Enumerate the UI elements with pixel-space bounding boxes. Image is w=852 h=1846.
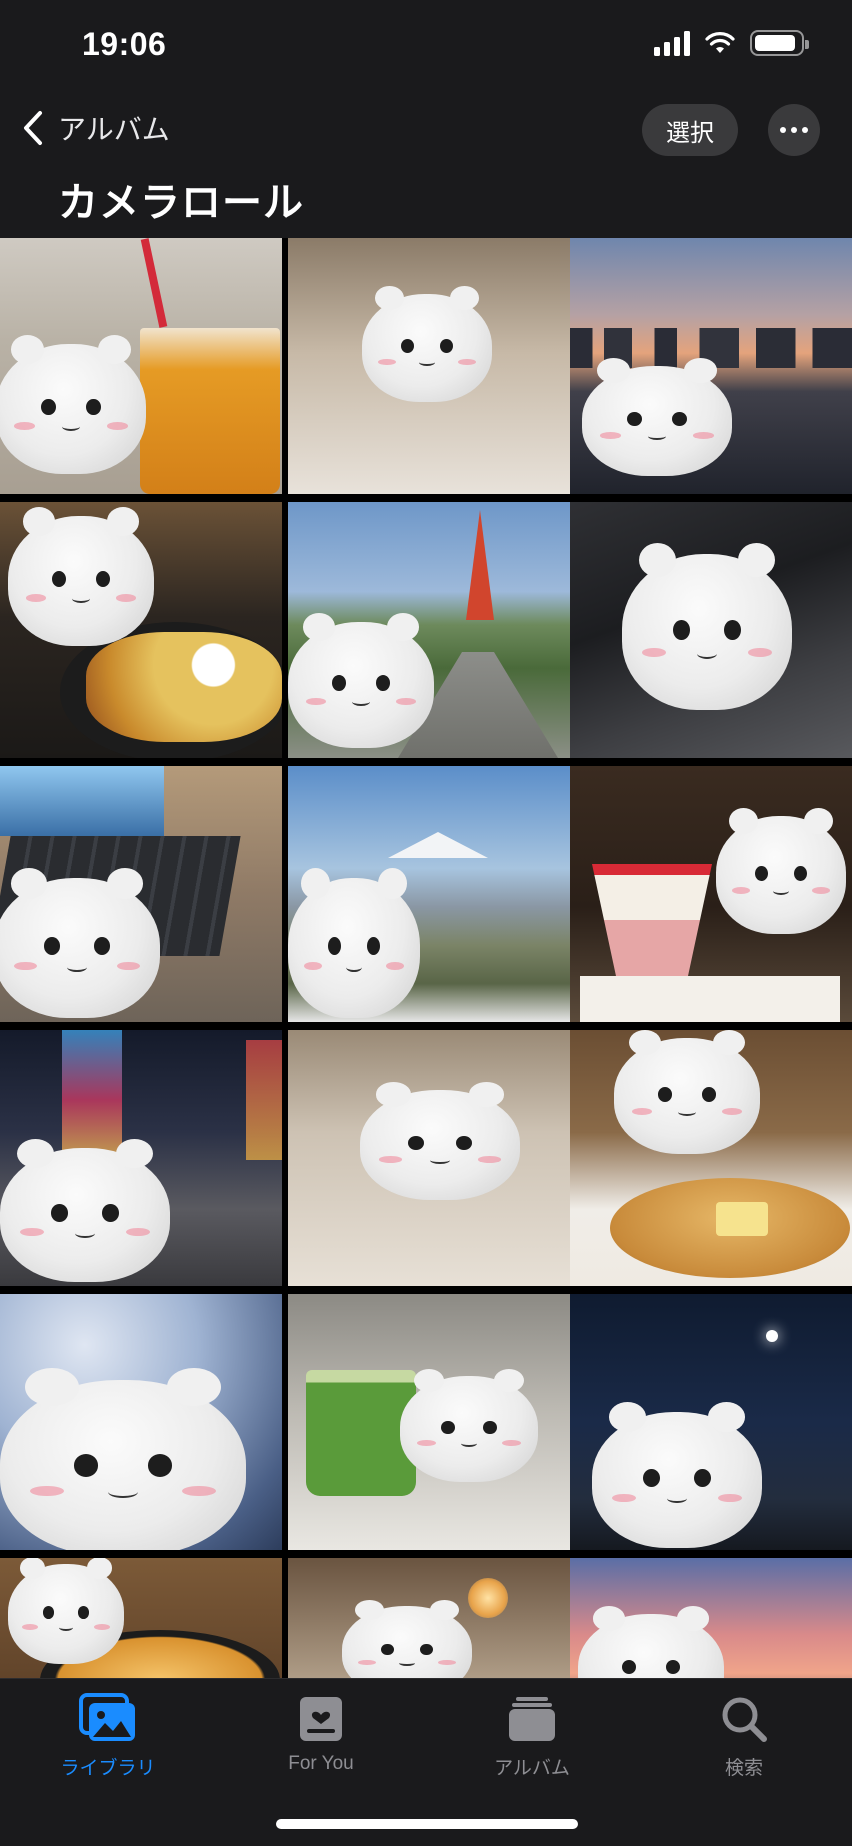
photo-thumbnail[interactable] bbox=[0, 502, 282, 758]
photo-grid bbox=[0, 238, 852, 1678]
back-button[interactable]: アルバム bbox=[22, 108, 170, 148]
photo-thumbnail[interactable] bbox=[288, 1030, 570, 1286]
photo-thumbnail[interactable] bbox=[288, 766, 570, 1022]
back-label: アルバム bbox=[58, 114, 170, 145]
photos-library-icon bbox=[79, 1693, 135, 1741]
photo-thumbnail[interactable] bbox=[0, 1558, 282, 1678]
search-icon bbox=[722, 1697, 767, 1742]
tab-for-you[interactable]: For You bbox=[241, 1693, 401, 1775]
tab-albums[interactable]: アルバム bbox=[452, 1693, 612, 1780]
photo-thumbnail[interactable] bbox=[0, 1294, 282, 1550]
tab-search[interactable]: 検索 bbox=[664, 1693, 824, 1780]
for-you-icon bbox=[300, 1697, 342, 1741]
tab-label: ライブラリ bbox=[60, 1758, 156, 1779]
photo-thumbnail[interactable] bbox=[288, 1558, 570, 1678]
photo-thumbnail[interactable] bbox=[570, 238, 852, 494]
photo-thumbnail[interactable] bbox=[570, 1558, 852, 1678]
photo-thumbnail[interactable] bbox=[570, 766, 852, 1022]
photo-thumbnail[interactable] bbox=[570, 1294, 852, 1550]
tab-library[interactable]: ライブラリ bbox=[28, 1693, 188, 1780]
status-time: 19:06 bbox=[82, 26, 167, 62]
tab-label: For You bbox=[288, 1753, 354, 1774]
photo-thumbnail[interactable] bbox=[0, 766, 282, 1022]
ellipsis-icon bbox=[780, 127, 786, 133]
wifi-icon bbox=[705, 32, 735, 53]
photo-thumbnail[interactable] bbox=[288, 502, 570, 758]
navigation-header: アルバム 選択 カメラロール bbox=[0, 96, 852, 238]
page-title: カメラロール bbox=[58, 181, 304, 225]
photo-thumbnail[interactable] bbox=[0, 238, 282, 494]
select-button[interactable]: 選択 bbox=[642, 104, 738, 156]
photo-thumbnail[interactable] bbox=[570, 1030, 852, 1286]
cellular-signal-icon bbox=[654, 30, 690, 56]
more-options-button[interactable] bbox=[768, 104, 820, 156]
photo-thumbnail[interactable] bbox=[570, 502, 852, 758]
status-icons bbox=[654, 30, 809, 56]
battery-icon bbox=[750, 30, 809, 56]
photo-thumbnail[interactable] bbox=[288, 238, 570, 494]
tab-bar: ライブラリ For You アルバム 検索 bbox=[0, 1678, 852, 1846]
photo-thumbnail[interactable] bbox=[0, 1030, 282, 1286]
tab-label: アルバム bbox=[494, 1758, 570, 1779]
status-bar: 19:06 bbox=[0, 0, 852, 96]
photo-thumbnail[interactable] bbox=[288, 1294, 570, 1550]
tab-label: 検索 bbox=[724, 1758, 763, 1779]
home-indicator bbox=[276, 1819, 578, 1829]
chevron-left-icon bbox=[24, 111, 42, 145]
albums-icon bbox=[509, 1697, 555, 1741]
